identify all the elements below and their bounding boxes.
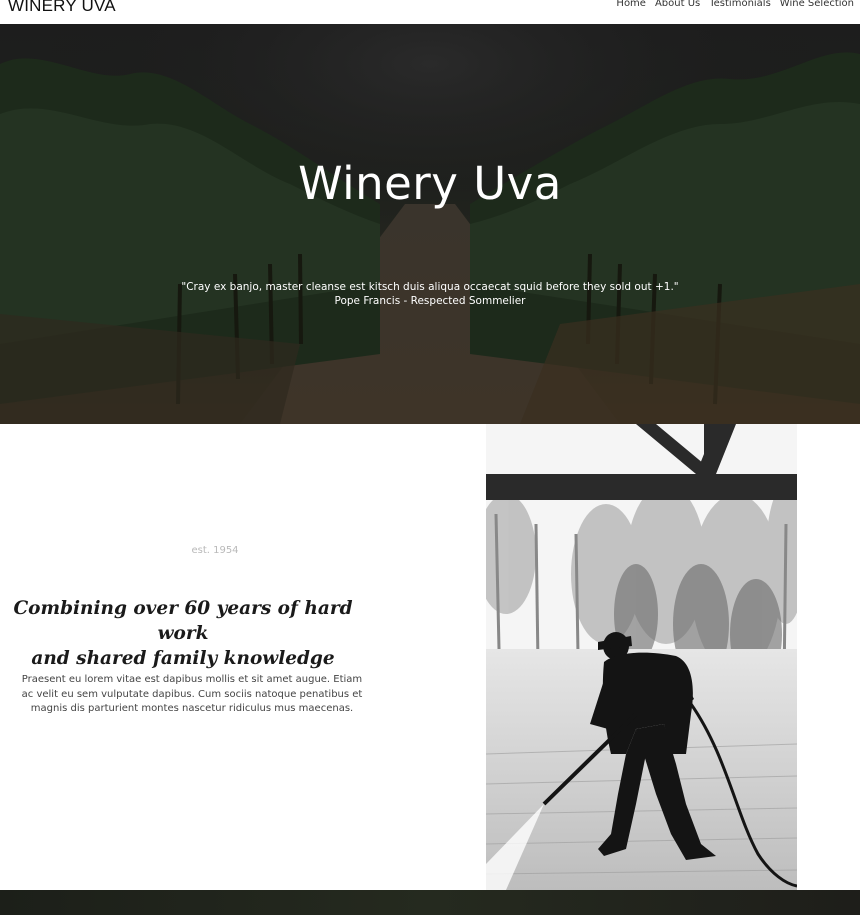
- brand-logo[interactable]: WINERY UVA: [8, 0, 116, 16]
- testimonial-attribution: Pope Francis - Respected Sommelier: [334, 295, 526, 307]
- next-section-preview: [0, 890, 860, 915]
- established-label: est. 1954: [191, 545, 239, 556]
- headline-line: Combining over 60 years of hard work: [13, 598, 353, 644]
- about-paragraph: Praesent eu lorem vitae est dapibus moll…: [20, 673, 364, 717]
- worker-washing-floor-image: [486, 424, 797, 890]
- nav-link-wine-selection[interactable]: Wine Selection: [780, 0, 854, 9]
- about-headline: Combining over 60 years of hard work and…: [0, 596, 366, 671]
- hero-section: Winery Uva "Cray ex banjo, master cleans…: [0, 24, 860, 424]
- paragraph-line: magnis dis parturient montes nascetur ri…: [30, 703, 354, 714]
- nav-link-about-us[interactable]: About Us: [655, 0, 700, 9]
- top-navbar: WINERY UVA Home About Us Testimonials Wi…: [0, 0, 860, 24]
- paragraph-line: Praesent eu lorem vitae est dapibus moll…: [21, 674, 363, 685]
- hero-title: Winery Uva: [298, 157, 562, 210]
- vineyard-background-image: [0, 24, 860, 424]
- headline-line: and shared family knowledge: [31, 648, 335, 669]
- nav-link-home[interactable]: Home: [616, 0, 646, 9]
- nav-link-testimonials[interactable]: Testimonials: [709, 0, 771, 9]
- nav-menu: Home About Us Testimonials Wine Selectio…: [616, 0, 854, 9]
- hero-quote-block: "Cray ex banjo, master cleanse est kitsc…: [0, 280, 860, 308]
- worker-photo: [486, 424, 797, 890]
- about-section: est. 1954 Combining over 60 years of har…: [0, 424, 430, 890]
- testimonial-quote: "Cray ex banjo, master cleanse est kitsc…: [181, 281, 679, 293]
- paragraph-line: ac velit eu sem vulputate dapibus. Cum s…: [21, 688, 363, 700]
